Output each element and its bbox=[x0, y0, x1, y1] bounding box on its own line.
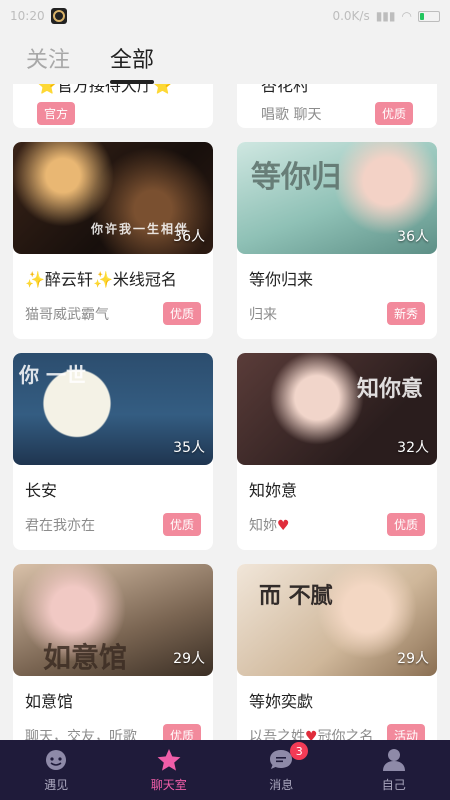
room-badge: 新秀 bbox=[386, 302, 425, 325]
room-badge: 优质 bbox=[162, 724, 201, 740]
room-card-official[interactable]: ⭐官方接待大厅⭐ 官方 bbox=[13, 84, 213, 128]
cover-art-text: 知你意 bbox=[357, 376, 424, 402]
room-title-suffix: 米线冠名 bbox=[112, 270, 177, 289]
room-subtitle: 猫哥威武霸气 bbox=[25, 306, 109, 323]
room-card[interactable]: 知你意 32人 知妳意 知妳♥ 优质 bbox=[237, 353, 437, 550]
nav-profile[interactable]: 自己 bbox=[338, 740, 450, 800]
battery-level-fill bbox=[420, 12, 424, 20]
room-subtitle: 知妳♥ bbox=[249, 515, 290, 535]
status-left: 10:20 bbox=[10, 8, 67, 24]
room-badge: 活动 bbox=[386, 724, 425, 740]
room-meta: 以吾之姓♥冠你之名 活动 bbox=[249, 724, 425, 740]
room-badge: 优质 bbox=[162, 302, 201, 325]
room-cover-image: 如意馆 29人 bbox=[13, 564, 213, 676]
nav-meet[interactable]: 遇见 bbox=[0, 740, 113, 800]
room-subtitle: 唱歌 聊天 bbox=[261, 106, 322, 123]
meet-icon bbox=[42, 748, 70, 772]
nav-label: 自己 bbox=[381, 777, 406, 792]
room-meta: 猫哥威武霸气 优质 bbox=[25, 302, 201, 325]
cover-art-text: 如意馆 bbox=[43, 641, 128, 674]
heart-icon: ♥ bbox=[305, 728, 318, 741]
room-card[interactable]: 如意馆 29人 如意馆 聊天，交友，听歌 优质 bbox=[13, 564, 213, 740]
room-subtitle-text: 知妳 bbox=[249, 517, 277, 534]
room-title: 长安 bbox=[25, 481, 58, 500]
room-badge: 优质 bbox=[386, 513, 425, 536]
room-member-count: 36人 bbox=[173, 229, 205, 245]
room-title: ✨醉云轩✨米线冠名 bbox=[25, 266, 201, 290]
room-member-count: 35人 bbox=[173, 440, 205, 456]
room-member-count: 29人 bbox=[397, 651, 429, 667]
nav-label: 遇见 bbox=[44, 777, 69, 792]
room-badge: 官方 bbox=[37, 102, 76, 125]
room-grid: ⭐官方接待大厅⭐ 官方 杏花村 唱歌 聊天 优质 你许我一生相伴 36人 ✨醉云… bbox=[13, 84, 437, 740]
room-card[interactable]: 你许我一生相伴 36人 ✨醉云轩✨米线冠名 猫哥威武霸气 优质 bbox=[13, 142, 213, 339]
battery-icon bbox=[418, 10, 440, 22]
room-subtitle: 聊天，交友，听歌 bbox=[25, 728, 137, 741]
nav-label: 聊天室 bbox=[150, 777, 187, 792]
room-title: 等你归来 bbox=[249, 270, 314, 289]
room-meta: 唱歌 聊天 优质 bbox=[261, 102, 413, 125]
room-card[interactable]: 而 不腻 29人 等妳奕歔 以吾之姓♥冠你之名 活动 bbox=[237, 564, 437, 740]
room-member-count: 29人 bbox=[173, 651, 205, 667]
room-cover-image: 而 不腻 29人 bbox=[237, 564, 437, 676]
room-title: ⭐官方接待大厅⭐ bbox=[37, 84, 173, 95]
cover-art-text: 你 一世 bbox=[19, 363, 86, 387]
room-subtitle: 君在我亦在 bbox=[25, 517, 95, 534]
app-notification-icon bbox=[50, 8, 67, 24]
profile-icon bbox=[380, 748, 408, 772]
status-bar: 10:20 0.0K/s ▮▮▮ ◠ bbox=[0, 0, 450, 32]
room-member-count: 32人 bbox=[397, 440, 429, 456]
wifi-icon: ◠ bbox=[401, 9, 412, 23]
room-title: 如意馆 bbox=[25, 692, 74, 711]
status-right: 0.0K/s ▮▮▮ ◠ bbox=[332, 9, 440, 23]
tab-all[interactable]: 全部 bbox=[110, 42, 155, 84]
room-cover-image: 你许我一生相伴 36人 bbox=[13, 142, 213, 254]
room-subtitle-text: 以吾之姓 bbox=[249, 728, 305, 741]
signal-icon: ▮▮▮ bbox=[375, 9, 396, 23]
nav-messages[interactable]: 3 消息 bbox=[225, 740, 338, 800]
unread-badge: 3 bbox=[290, 742, 309, 760]
room-card[interactable]: 等你归 36人 等你归来 归来 新秀 bbox=[237, 142, 437, 339]
room-badge: 优质 bbox=[374, 102, 413, 125]
nav-label: 消息 bbox=[269, 777, 294, 792]
room-subtitle-suffix: 冠你之名 bbox=[317, 728, 374, 741]
room-badge: 优质 bbox=[162, 513, 201, 536]
room-subtitle: 以吾之姓♥冠你之名 bbox=[249, 726, 374, 741]
heart-icon: ♥ bbox=[277, 517, 290, 534]
star-icon bbox=[155, 748, 183, 772]
room-meta: 聊天，交友，听歌 优质 bbox=[25, 724, 201, 740]
room-list[interactable]: ⭐官方接待大厅⭐ 官方 杏花村 唱歌 聊天 优质 你许我一生相伴 36人 ✨醉云… bbox=[0, 84, 450, 740]
top-tabs: 关注 全部 bbox=[0, 32, 450, 84]
room-title: 等妳奕歔 bbox=[249, 692, 314, 711]
cover-art-text: 等你归 bbox=[251, 160, 341, 195]
cover-art-text: 而 不腻 bbox=[259, 583, 333, 609]
status-time: 10:20 bbox=[10, 9, 45, 23]
nav-chatroom[interactable]: 聊天室 bbox=[113, 740, 226, 800]
room-cover-image: 你 一世 35人 bbox=[13, 353, 213, 465]
sparkle-icon: ✨ bbox=[25, 270, 45, 289]
room-title: 知妳意 bbox=[249, 481, 298, 500]
network-speed: 0.0K/s bbox=[332, 9, 370, 23]
room-cover-image: 知你意 32人 bbox=[237, 353, 437, 465]
tab-following[interactable]: 关注 bbox=[26, 42, 70, 84]
room-meta: 知妳♥ 优质 bbox=[249, 513, 425, 536]
room-card-xinghuacun[interactable]: 杏花村 唱歌 聊天 优质 bbox=[237, 84, 437, 128]
room-title-text: 醉云轩 bbox=[44, 270, 93, 289]
room-card[interactable]: 你 一世 35人 长安 君在我亦在 优质 bbox=[13, 353, 213, 550]
room-meta: 君在我亦在 优质 bbox=[25, 513, 201, 536]
room-cover-image: 等你归 36人 bbox=[237, 142, 437, 254]
sparkle-icon: ✨ bbox=[92, 270, 113, 289]
room-subtitle: 归来 bbox=[249, 306, 277, 323]
room-title: 杏花村 bbox=[261, 84, 310, 95]
room-member-count: 36人 bbox=[397, 229, 429, 245]
room-meta: 官方 bbox=[37, 102, 189, 125]
bottom-nav: 遇见 聊天室 3 消息 自己 bbox=[0, 740, 450, 800]
room-meta: 归来 新秀 bbox=[249, 302, 425, 325]
